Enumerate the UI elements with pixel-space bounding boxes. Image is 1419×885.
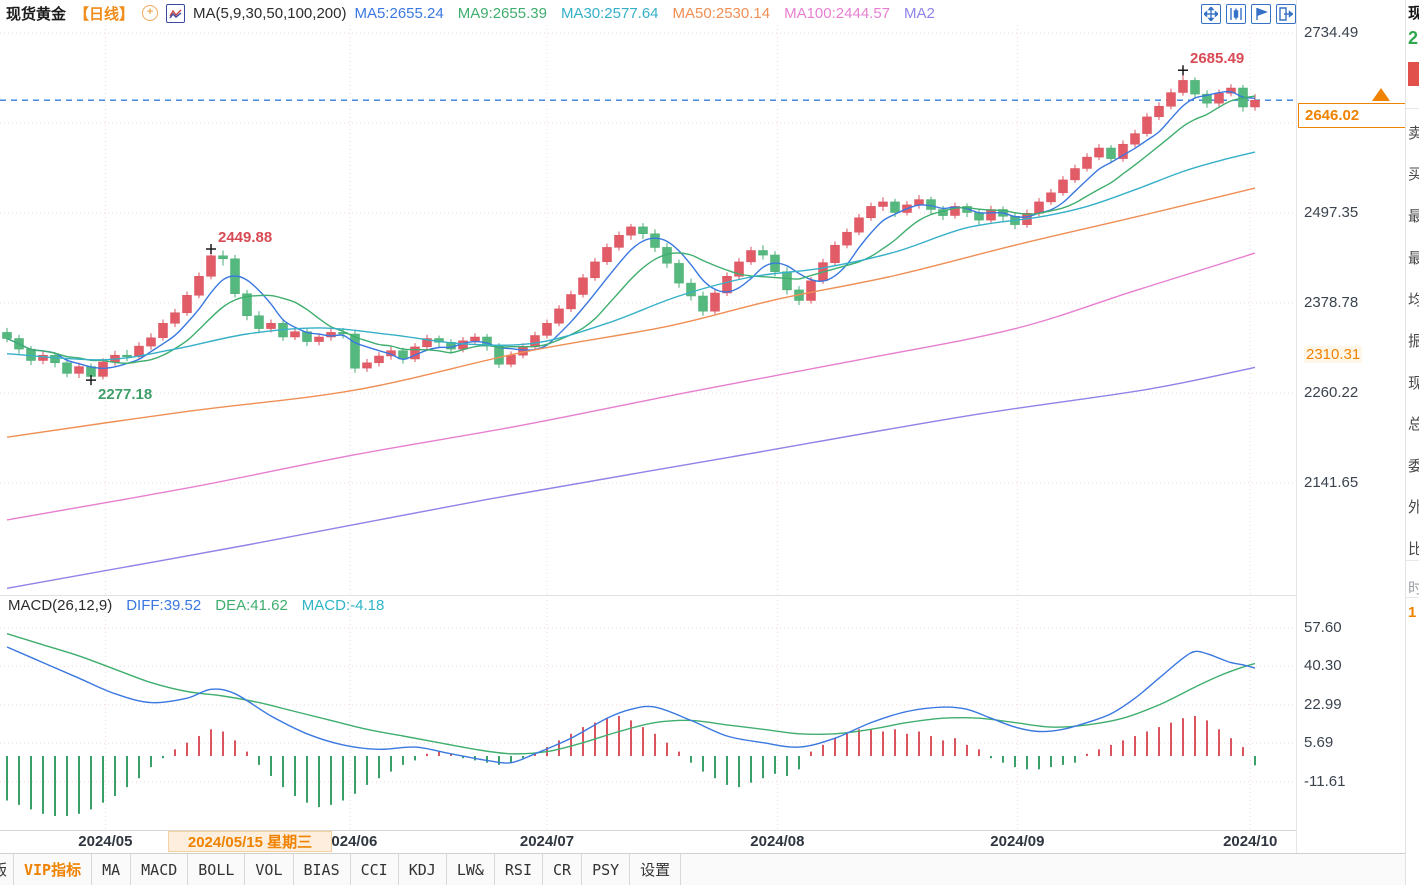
main-chart-canvas[interactable]: 2449.88 2277.18 2685.49	[0, 0, 1296, 852]
toolbar-tab-CR[interactable]: CR	[543, 854, 582, 885]
add-compare-icon[interactable]: +	[142, 5, 158, 21]
svg-text:2449.88: 2449.88	[218, 229, 272, 246]
sidebar-price-badge	[1408, 62, 1419, 86]
zigzag-icon	[169, 7, 182, 20]
ma-value-label: MA100:2444.57	[784, 5, 890, 22]
grid-layer	[0, 25, 1296, 830]
pane-divider	[0, 595, 1296, 596]
sidebar-row: 比	[1408, 538, 1419, 559]
macd-axis-label: 5.69	[1304, 734, 1333, 751]
ma-line-MA100	[7, 253, 1255, 520]
toolbar-tab-VOL[interactable]: VOL	[245, 854, 293, 885]
price-axis-label: 2260.22	[1304, 384, 1358, 401]
toolbar-tab-VIP指标[interactable]: VIP指标	[14, 854, 92, 885]
price-axis-label: 2734.49	[1304, 24, 1358, 41]
sidebar-separator	[1406, 108, 1419, 109]
scale-icon[interactable]	[1226, 4, 1246, 24]
sidebar-row: 总	[1408, 413, 1419, 434]
sidebar-row: 2	[1408, 28, 1418, 49]
macd-value: MACD:-4.18	[302, 597, 385, 614]
axis-divider	[1296, 0, 1297, 885]
crosshair-date-label: 2024/05/15 星期三	[168, 831, 332, 852]
indicator-toolbar: 版VIP指标MAMACDBOLLVOLBIASCCIKDJLW&RSICRPSY…	[0, 853, 1419, 885]
sidebar-row: 现	[1408, 372, 1419, 393]
macd-params-label[interactable]: MACD(26,12,9)	[8, 597, 112, 614]
ma-value-label: MA30:2577.64	[561, 5, 659, 22]
price-axis-label: 2141.65	[1304, 474, 1358, 491]
toolbar-tab-MA[interactable]: MA	[92, 854, 131, 885]
chart-type-icon[interactable]	[166, 4, 185, 23]
move-icon[interactable]	[1201, 4, 1221, 24]
crosshair-price-label: 2310.31	[1304, 346, 1362, 363]
ma-value-label: MA50:2530.14	[673, 5, 771, 22]
macd-axis-label: 40.30	[1304, 657, 1342, 674]
time-axis-label: 2024/07	[502, 833, 592, 850]
diff-value: DIFF:39.52	[126, 597, 201, 614]
chart-app: 2449.88 2277.18 2685.49 现货黄金 【日线】 + MA(5,9…	[0, 0, 1419, 885]
ma-value-label: MA2	[904, 5, 935, 22]
toolbar-tab-BOLL[interactable]: BOLL	[188, 854, 245, 885]
period-label[interactable]: 【日线】	[74, 3, 134, 24]
sidebar-row: 现	[1408, 2, 1419, 23]
sidebar-row: 1	[1408, 604, 1416, 621]
macd-axis-label: 57.60	[1304, 619, 1342, 636]
sidebar-row: 买	[1408, 163, 1419, 184]
header-tools	[1201, 4, 1296, 24]
ma-value-label: MA9:2655.39	[458, 5, 547, 22]
time-axis-label: 2024/09	[972, 833, 1062, 850]
toolbar-tab-RSI[interactable]: RSI	[495, 854, 543, 885]
macd-header: MACD(26,12,9) DIFF:39.52 DEA:41.62 MACD:…	[8, 597, 384, 614]
macd-axis-label: -11.61	[1304, 773, 1345, 790]
sidebar-separator	[1406, 597, 1419, 598]
macd-layer	[7, 634, 1255, 816]
toolbar-tab-CCI[interactable]: CCI	[351, 854, 399, 885]
price-axis-label: 2497.35	[1304, 204, 1358, 221]
toolbar-tab-版[interactable]: 版	[0, 854, 14, 885]
sidebar-row: 时	[1408, 577, 1419, 598]
sidebar-row: 卖	[1408, 122, 1419, 143]
ma-line-MA200	[7, 367, 1255, 588]
sidebar-row: 均	[1408, 289, 1419, 310]
dea-value: DEA:41.62	[215, 597, 288, 614]
macd-axis-label: 22.99	[1304, 696, 1342, 713]
toolbar-tab-PSY[interactable]: PSY	[582, 854, 630, 885]
chart-header: 现货黄金 【日线】 + MA(5,9,30,50,100,200) MA5:26…	[6, 2, 949, 24]
toolbar-tab-设置[interactable]: 设置	[630, 854, 681, 885]
ma-lines-layer	[7, 92, 1255, 589]
toolbar-tab-KDJ[interactable]: KDJ	[399, 854, 447, 885]
quote-sidebar[interactable]: 现2卖买最最均振现总委外比时1	[1405, 0, 1419, 885]
sidebar-row: 委	[1408, 455, 1419, 476]
toolbar-tab-BIAS[interactable]: BIAS	[294, 854, 351, 885]
time-axis-label: 2024/10	[1205, 833, 1295, 850]
ma-values: MA5:2655.24 MA9:2655.39 MA30:2577.64 MA50:2…	[354, 5, 948, 22]
price-axis-label: 2378.78	[1304, 294, 1358, 311]
sidebar-row: 最	[1408, 247, 1419, 268]
current-price-tag[interactable]: 2646.02	[1298, 103, 1416, 128]
sidebar-separator	[1406, 560, 1419, 561]
sidebar-row: 外	[1408, 496, 1419, 517]
toolbar-tab-MACD[interactable]: MACD	[131, 854, 188, 885]
ma-value-label: MA5:2655.24	[354, 5, 443, 22]
export-icon[interactable]	[1276, 4, 1296, 24]
sidebar-row: 最	[1408, 205, 1419, 226]
svg-text:2685.49: 2685.49	[1190, 50, 1244, 67]
time-axis: 2024/052024/062024/072024/082024/092024/…	[0, 831, 1296, 852]
flag-icon[interactable]	[1251, 4, 1271, 24]
sidebar-row: 振	[1408, 330, 1419, 351]
ma-settings-label[interactable]: MA(5,9,30,50,100,200)	[193, 5, 346, 22]
toolbar-tab-LW&[interactable]: LW&	[447, 854, 495, 885]
time-axis-label: 2024/08	[732, 833, 822, 850]
time-axis-label: 2024/05	[60, 833, 150, 850]
price-up-arrow-icon	[1372, 88, 1390, 101]
annotations-layer: 2449.88 2277.18 2685.49	[86, 50, 1244, 403]
svg-text:2277.18: 2277.18	[98, 386, 152, 403]
ma-line-MA30	[7, 152, 1255, 360]
instrument-title: 现货黄金	[6, 3, 66, 24]
